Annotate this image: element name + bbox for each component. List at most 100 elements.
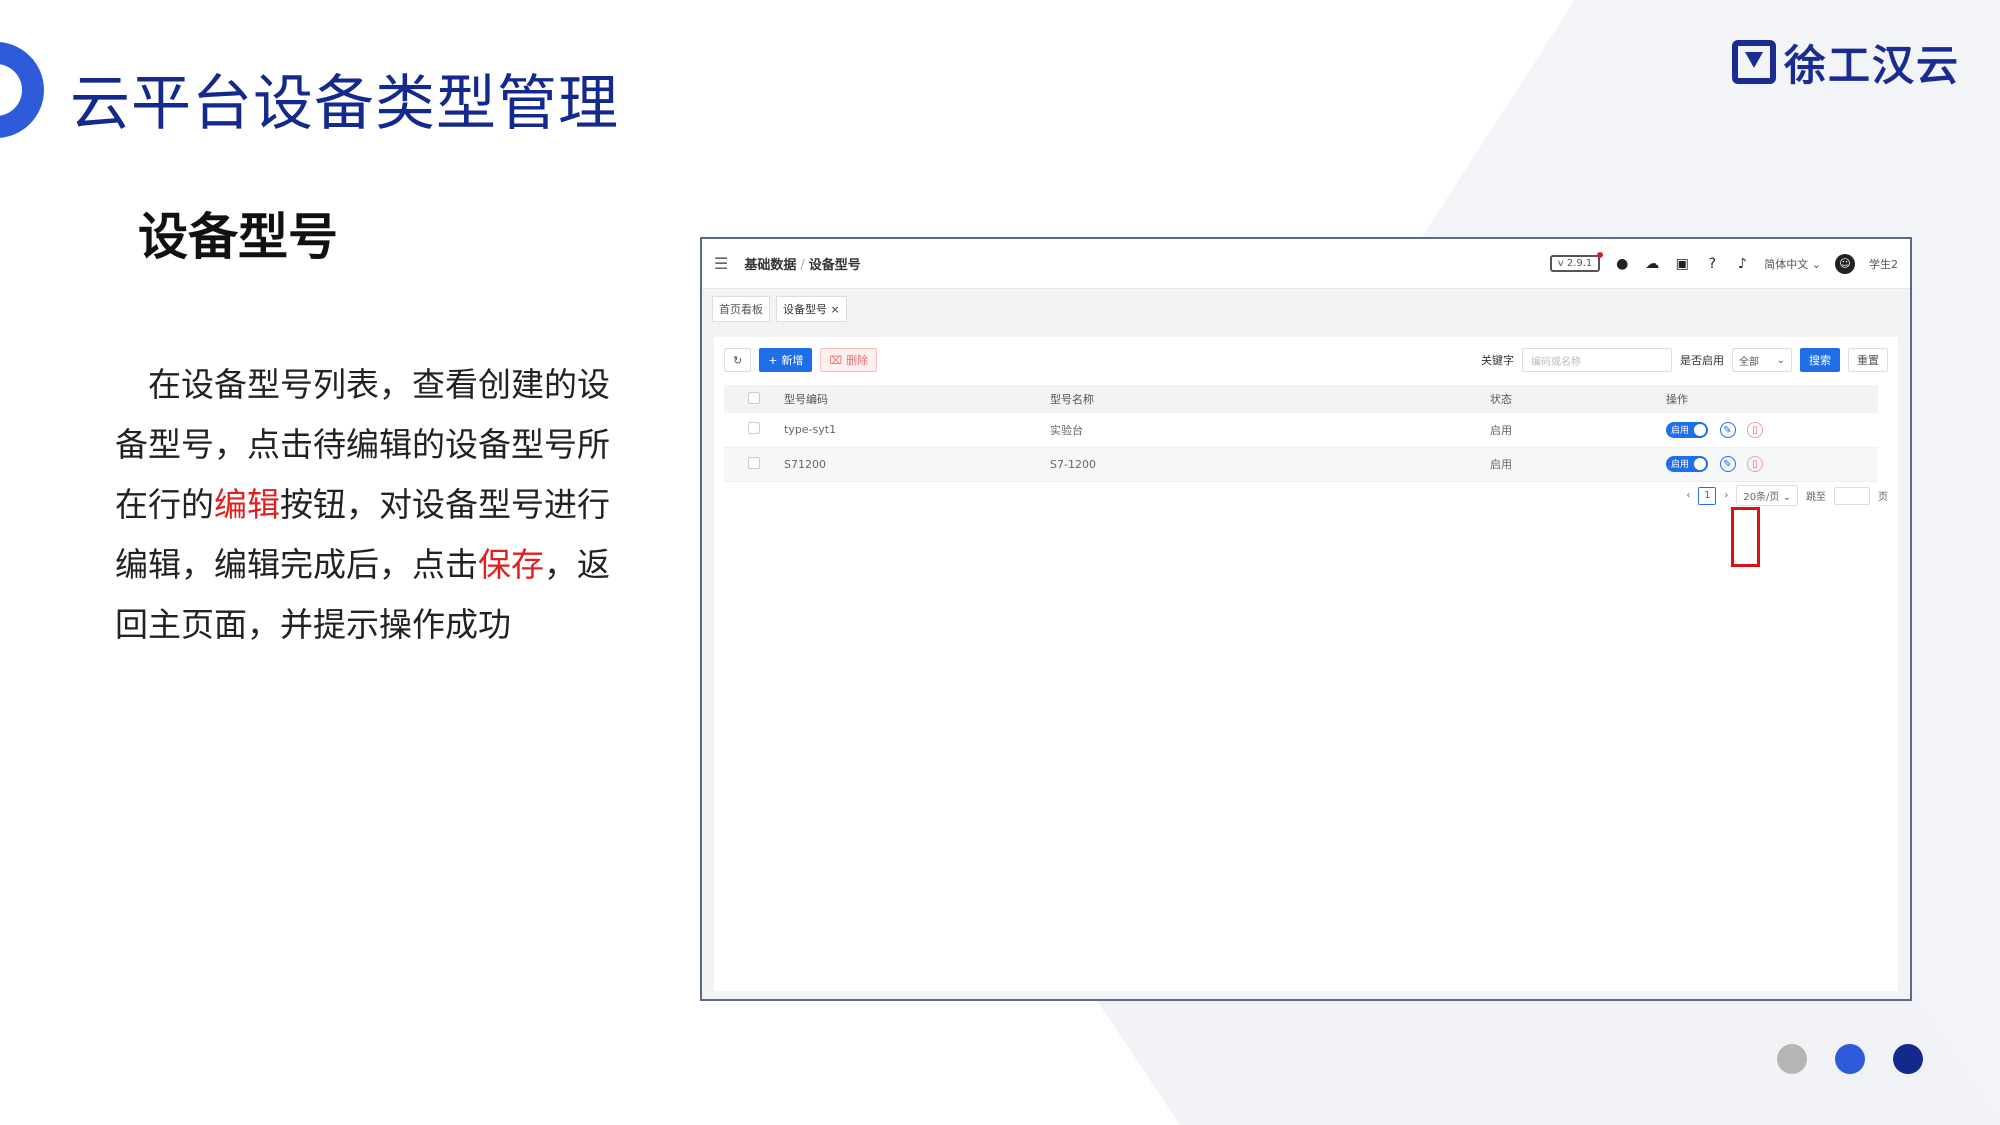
jump-page-input[interactable]: [1834, 486, 1870, 505]
brand-logo: 徐工汉云: [1732, 37, 1960, 90]
row-checkbox[interactable]: [748, 422, 760, 435]
page-unit-label: 页: [1878, 492, 1888, 503]
status-toggle[interactable]: 启用: [1666, 455, 1708, 472]
search-controls: 关键字 编码或名称 是否启用 全部 ⌄ 搜索 重置: [1481, 348, 1888, 372]
fullscreen-icon[interactable]: ▣: [1674, 256, 1690, 272]
status-cell: 启用: [1490, 413, 1666, 448]
status-toggle[interactable]: 启用: [1666, 421, 1708, 438]
language-label: 简体中文: [1764, 257, 1809, 271]
toggle-label: 启用: [1671, 426, 1690, 436]
user-name[interactable]: 学生2: [1869, 256, 1898, 272]
next-page-icon[interactable]: ›: [1724, 490, 1728, 501]
chevron-down-icon: ⌄: [1811, 257, 1821, 271]
delete-button[interactable]: ⌧ 删除: [820, 348, 878, 372]
search-button[interactable]: 搜索: [1800, 348, 1840, 372]
actions-cell: 启用 ✎ ▯: [1666, 447, 1878, 482]
row-checkbox[interactable]: [748, 456, 760, 469]
column-header: 型号编码: [784, 385, 1050, 413]
menu-icon[interactable]: ☰: [714, 254, 728, 273]
nav-dot[interactable]: [1835, 1044, 1865, 1074]
enabled-value: 全部: [1739, 356, 1759, 368]
section-title: 设备型号: [138, 208, 338, 266]
title-arc-decoration: [0, 22, 64, 158]
prev-page-icon[interactable]: ‹: [1686, 490, 1690, 501]
trash-icon: ⌧: [829, 353, 843, 367]
slide-title: 云平台设备类型管理: [70, 69, 619, 139]
user-avatar-icon[interactable]: ☺: [1835, 253, 1855, 274]
status-cell: 启用: [1490, 447, 1666, 482]
model-code-cell: type-syt1: [784, 413, 1050, 448]
description-highlight-edit: 编辑: [214, 485, 280, 524]
chevron-down-icon: ⌄: [1782, 492, 1791, 503]
refresh-icon: ↻: [733, 353, 743, 367]
model-name-cell: 实验台: [1050, 413, 1490, 448]
tabs-bar: 首页看板 设备型号 ×: [702, 289, 1910, 329]
brand-name: 徐工汉云: [1784, 40, 1961, 90]
model-code-cell: S71200: [784, 447, 1050, 482]
add-button[interactable]: + 新增: [759, 348, 813, 372]
page-number[interactable]: 1: [1698, 486, 1717, 505]
breadcrumb: 基础数据 / 设备型号: [744, 254, 860, 273]
app-topbar: ☰ 基础数据 / 设备型号 v 2.9.1 ● ☁ ▣ ? ♪ 简体中文 ⌄ ☺ 学…: [702, 239, 1910, 289]
version-label: v 2.9.1: [1557, 258, 1593, 269]
main-content: ↻ + 新增 ⌧ 删除 关键字 编码或名称 是否启用 全部 ⌄ 搜索 重置 型号编码: [714, 337, 1898, 991]
breadcrumb-item: 设备型号: [808, 258, 861, 273]
jump-label: 跳至: [1806, 492, 1826, 503]
slide: 云平台设备类型管理 徐工汉云 设备型号 在设备型号列表，查看创建的设备型号，点击…: [0, 0, 2000, 1125]
device-model-table: 型号编码 型号名称 状态 操作 type-syt1 实验台 启用 启用 ✎ ▯ …: [724, 385, 1878, 482]
tab-device-model[interactable]: 设备型号 ×: [776, 296, 847, 322]
github-icon[interactable]: ●: [1614, 256, 1630, 272]
nav-dot[interactable]: [1893, 1044, 1923, 1074]
notification-dot: [1597, 252, 1604, 258]
keyword-input[interactable]: 编码或名称: [1522, 348, 1672, 372]
breadcrumb-separator: /: [800, 258, 805, 273]
language-select[interactable]: 简体中文 ⌄: [1764, 256, 1821, 272]
edit-icon[interactable]: ✎: [1719, 422, 1736, 438]
cloud-icon[interactable]: ☁: [1644, 256, 1660, 272]
close-icon[interactable]: ×: [831, 303, 840, 316]
actions-cell: 启用 ✎ ▯: [1666, 413, 1878, 448]
select-all-header: [724, 385, 784, 413]
app-screenshot: ☰ 基础数据 / 设备型号 v 2.9.1 ● ☁ ▣ ? ♪ 简体中文 ⌄ ☺ 学…: [700, 237, 1912, 1001]
topbar-actions: v 2.9.1 ● ☁ ▣ ? ♪ 简体中文 ⌄ ☺ 学生2: [1549, 252, 1898, 274]
tab-dashboard[interactable]: 首页看板: [712, 296, 770, 322]
table-row: S71200 S7-1200 启用 启用 ✎ ▯: [724, 447, 1878, 482]
row-select-cell: [724, 413, 784, 448]
plus-icon: +: [768, 353, 778, 367]
nav-dot[interactable]: [1777, 1044, 1807, 1074]
version-badge[interactable]: v 2.9.1: [1549, 252, 1604, 272]
delete-icon[interactable]: ▯: [1747, 422, 1763, 438]
help-icon[interactable]: ?: [1704, 256, 1720, 272]
chevron-down-icon: ⌄: [1776, 354, 1785, 366]
slide-nav-dots: [1777, 1044, 1923, 1074]
bell-icon[interactable]: ♪: [1734, 256, 1750, 272]
enabled-label: 是否启用: [1680, 354, 1724, 367]
description: 在设备型号列表，查看创建的设备型号，点击待编辑的设备型号所在行的编辑按钮，对设备…: [115, 355, 625, 655]
brand-icon: [1732, 40, 1776, 84]
pagination: ‹ 1 › 20条/页 ⌄ 跳至 页: [1686, 485, 1888, 506]
row-select-cell: [724, 447, 784, 482]
model-name-cell: S7-1200: [1050, 447, 1490, 482]
column-header: 型号名称: [1050, 385, 1490, 413]
add-label: 新增: [781, 354, 804, 367]
toggle-label: 启用: [1671, 460, 1690, 471]
column-header: 操作: [1666, 385, 1878, 413]
select-all-checkbox[interactable]: [748, 391, 760, 404]
column-header: 状态: [1490, 385, 1666, 413]
keyword-label: 关键字: [1481, 354, 1514, 367]
refresh-button[interactable]: ↻: [724, 348, 752, 372]
edit-icon[interactable]: ✎: [1719, 456, 1736, 473]
page-size-select[interactable]: 20条/页 ⌄: [1736, 485, 1798, 506]
reset-button[interactable]: 重置: [1848, 348, 1888, 372]
table-header-row: 型号编码 型号名称 状态 操作: [724, 385, 1878, 413]
table-row: type-syt1 实验台 启用 启用 ✎ ▯: [724, 413, 1878, 448]
enabled-select[interactable]: 全部 ⌄: [1732, 348, 1792, 372]
delete-icon[interactable]: ▯: [1747, 456, 1763, 473]
delete-label: 删除: [846, 354, 869, 367]
toolbar: ↻ + 新增 ⌧ 删除 关键字 编码或名称 是否启用 全部 ⌄ 搜索 重置: [724, 347, 1888, 373]
breadcrumb-item[interactable]: 基础数据: [744, 258, 796, 273]
page-size-value: 20条/页: [1743, 492, 1780, 503]
tab-label: 设备型号: [783, 303, 827, 316]
edit-highlight-box: [1731, 507, 1760, 567]
description-highlight-save: 保存: [478, 545, 544, 584]
